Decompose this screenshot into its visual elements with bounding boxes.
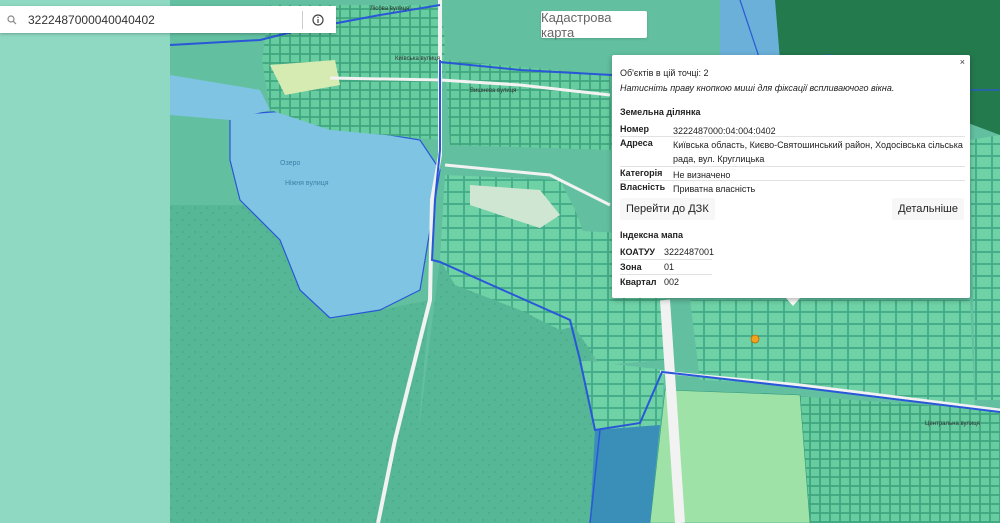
search-bar (0, 6, 336, 33)
close-icon[interactable]: × (960, 57, 965, 67)
parcel-ownership-row: Власність Приватна власність (620, 182, 963, 196)
parcel-popup: × Об'єктів в цій точці: 2 Натисніть прав… (612, 55, 970, 298)
parcels-far-east (970, 135, 1000, 400)
divider (620, 136, 965, 137)
divider (620, 274, 712, 275)
divider (620, 259, 712, 260)
index-section-title: Індексна мапа (620, 230, 683, 240)
parcels-southeast (780, 395, 1000, 523)
location-marker[interactable] (750, 334, 760, 344)
koatuu-row: КОАТУУ 3222487001 (620, 247, 724, 257)
row-value: Приватна власність (673, 184, 756, 194)
popup-hint: Натисніть праву кнопкою миші для фіксаці… (620, 83, 895, 93)
divider (620, 180, 965, 181)
zone-row: Зона 01 (620, 262, 724, 272)
row-value: 01 (664, 262, 675, 272)
street-label-2: Київська вулиця (395, 56, 440, 62)
details-button[interactable]: Детальніше (892, 198, 964, 220)
land-section-title: Земельна ділянка (620, 107, 701, 117)
row-value: 002 (664, 277, 680, 287)
map-title: Кадастрова карта (541, 10, 647, 40)
area-label: Ніжня вулиця (285, 179, 329, 187)
row-key: Зона (620, 262, 642, 272)
row-value: Київська область, Києво-Святошинський ра… (673, 140, 963, 164)
objects-count: Об'єктів в цій точці: 2 (620, 68, 709, 78)
info-icon[interactable] (303, 6, 333, 33)
blue-south-parcel (590, 425, 660, 523)
row-key: Квартал (620, 277, 657, 287)
divider (620, 166, 965, 167)
street-label-4: Центральна вулиця (925, 421, 980, 427)
parcel-address-row: Адреса Київська область, Києво-Святошинс… (620, 138, 963, 166)
quarter-row: Квартал 002 (620, 277, 724, 287)
street-label-3: Вишнева вулиця (470, 88, 516, 94)
row-value: 3222487001 (664, 247, 715, 257)
street-label-1: Лісова вулиця (370, 6, 409, 12)
row-key: Власність (620, 182, 666, 192)
goto-dzk-button[interactable]: Перейти до ДЗК (620, 198, 715, 220)
row-key: КОАТУУ (620, 247, 656, 257)
search-icon[interactable] (0, 6, 24, 33)
search-input[interactable] (24, 9, 292, 30)
row-key: Адреса (620, 138, 653, 148)
lake-label: Озеро (280, 160, 300, 167)
